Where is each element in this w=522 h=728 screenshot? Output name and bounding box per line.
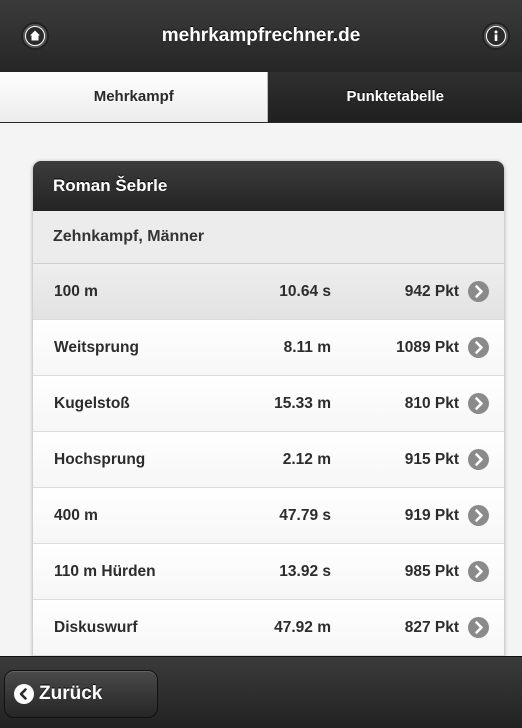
footer-bar: Zurück bbox=[0, 656, 522, 728]
tab-mehrkampf[interactable]: Mehrkampf bbox=[0, 72, 269, 122]
performance-value: 15.33 m bbox=[274, 395, 331, 412]
app-header: mehrkampfrechner.de bbox=[0, 0, 522, 73]
points-value: 827 Pkt bbox=[404, 619, 459, 636]
points-value: 1089 Pkt bbox=[396, 339, 459, 356]
chevron-right-icon bbox=[468, 449, 489, 470]
chevron-right-icon bbox=[468, 561, 489, 582]
points-value: 919 Pkt bbox=[404, 507, 459, 524]
app-title: mehrkampfrechner.de bbox=[161, 25, 361, 46]
main-content[interactable]: Roman Šebrle Zehnkampf, Männer 100 m 10.… bbox=[0, 123, 522, 656]
performance-value: 2.12 m bbox=[282, 451, 331, 468]
discipline-label: Kugelstoß bbox=[54, 395, 130, 412]
home-button[interactable] bbox=[23, 24, 47, 48]
discipline-label: Weitsprung bbox=[54, 339, 139, 356]
athlete-name: Roman Šebrle bbox=[33, 161, 504, 211]
results-card: Roman Šebrle Zehnkampf, Männer 100 m 10.… bbox=[33, 161, 504, 656]
chevron-right-icon bbox=[468, 281, 489, 302]
performance-value: 47.92 m bbox=[274, 619, 331, 636]
result-row-diskuswurf[interactable]: Diskuswurf 47.92 m 827 Pkt bbox=[33, 600, 504, 656]
performance-value: 10.64 s bbox=[279, 283, 331, 300]
tab-bar: Mehrkampf Punktetabelle bbox=[0, 72, 522, 123]
chevron-right-icon bbox=[468, 505, 489, 526]
chevron-left-icon bbox=[14, 684, 34, 704]
home-icon bbox=[26, 27, 44, 45]
discipline-label: 110 m Hürden bbox=[54, 563, 156, 580]
back-label: Zurück bbox=[39, 683, 103, 704]
performance-value: 8.11 m bbox=[283, 339, 331, 356]
competition-label: Zehnkampf, Männer bbox=[33, 211, 504, 264]
info-button[interactable] bbox=[484, 24, 508, 48]
discipline-label: Hochsprung bbox=[54, 451, 146, 468]
result-row-weitsprung[interactable]: Weitsprung 8.11 m 1089 Pkt bbox=[33, 320, 504, 376]
points-value: 810 Pkt bbox=[404, 395, 459, 412]
discipline-label: 400 m bbox=[54, 507, 98, 524]
discipline-label: Diskuswurf bbox=[54, 619, 138, 636]
points-value: 942 Pkt bbox=[404, 283, 459, 300]
points-value: 985 Pkt bbox=[404, 563, 459, 580]
points-value: 915 Pkt bbox=[404, 451, 459, 468]
info-icon bbox=[487, 27, 505, 45]
performance-value: 13.92 s bbox=[279, 563, 331, 580]
chevron-right-icon bbox=[468, 337, 489, 358]
result-row-100m[interactable]: 100 m 10.64 s 942 Pkt bbox=[33, 264, 504, 320]
scrollbar[interactable] bbox=[512, 123, 522, 656]
back-button[interactable]: Zurück bbox=[4, 670, 158, 718]
chevron-right-icon bbox=[468, 393, 489, 414]
result-row-400m[interactable]: 400 m 47.79 s 919 Pkt bbox=[33, 488, 504, 544]
result-row-110m-huerden[interactable]: 110 m Hürden 13.92 s 985 Pkt bbox=[33, 544, 504, 600]
chevron-right-icon bbox=[468, 617, 489, 638]
tab-punktetabelle[interactable]: Punktetabelle bbox=[268, 72, 522, 122]
discipline-label: 100 m bbox=[54, 283, 98, 300]
result-row-kugelstoss[interactable]: Kugelstoß 15.33 m 810 Pkt bbox=[33, 376, 504, 432]
result-row-hochsprung[interactable]: Hochsprung 2.12 m 915 Pkt bbox=[33, 432, 504, 488]
performance-value: 47.79 s bbox=[279, 507, 331, 524]
